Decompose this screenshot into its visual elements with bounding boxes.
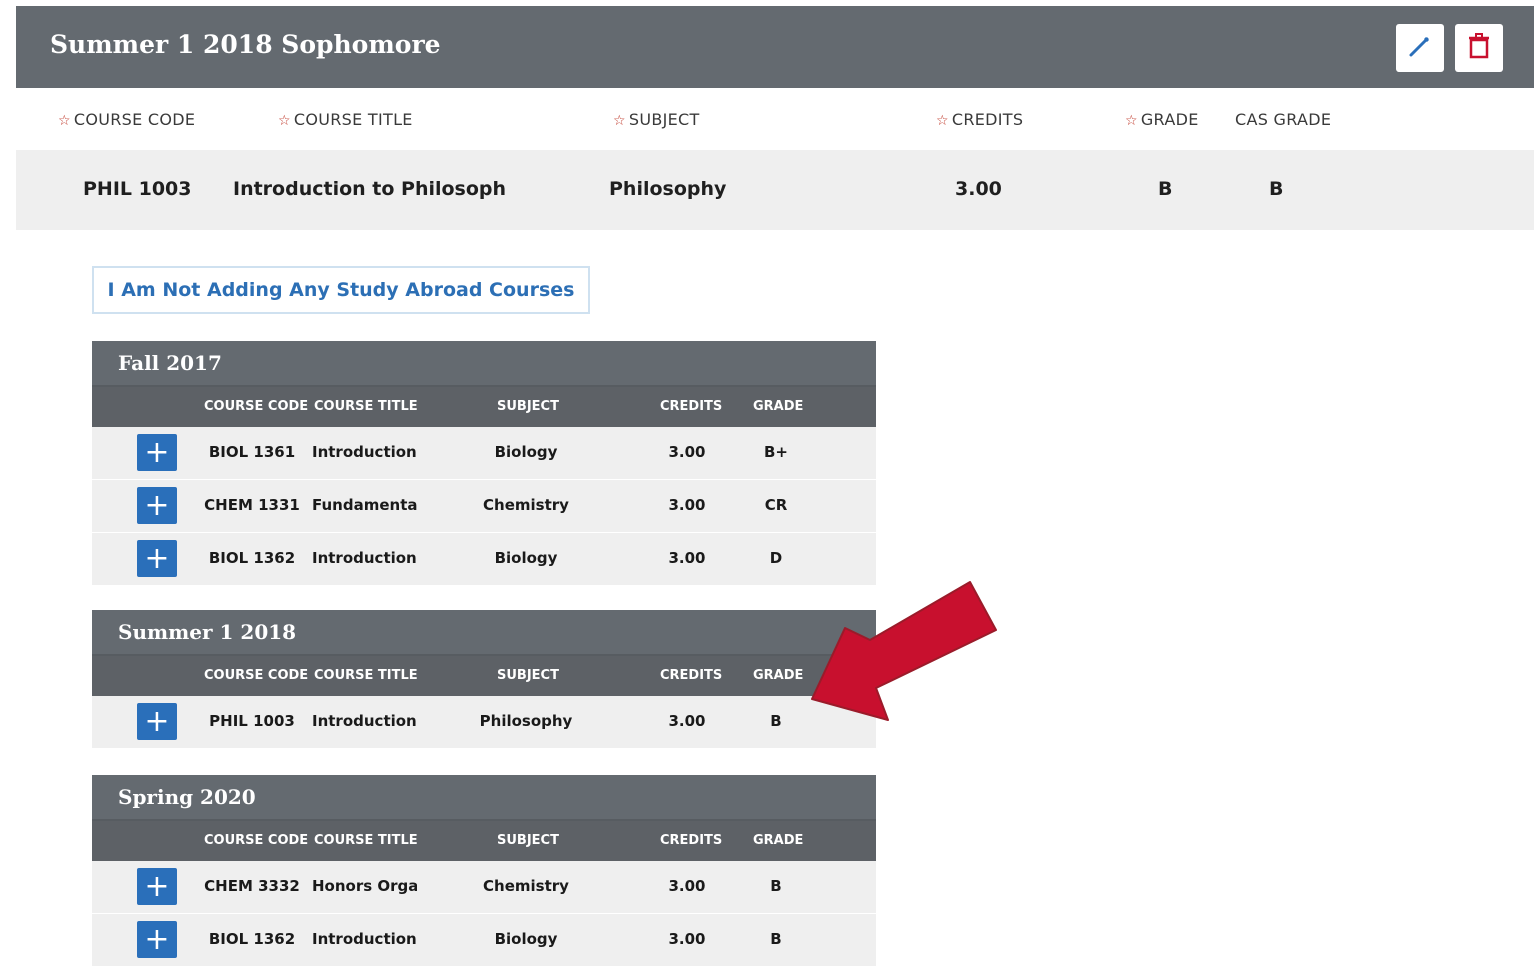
add-course-button[interactable]: + xyxy=(137,434,177,471)
col-credits: ☆ CREDITS xyxy=(936,110,1024,129)
plus-icon: + xyxy=(144,703,170,739)
course-subject: Biology xyxy=(494,443,558,461)
table-row: + CHEM 1331 Fundamentals Chemistry 3.00 … xyxy=(92,480,876,533)
delete-button[interactable] xyxy=(1455,24,1503,72)
col-grade: GRADE xyxy=(753,668,804,683)
term-table-spring-2020: Spring 2020 COURSE CODE COURSE TITLE SUB… xyxy=(92,775,876,967)
course-subject: Chemistry xyxy=(483,496,569,514)
course-code: BIOL 1362 xyxy=(208,930,296,948)
course-grade: D xyxy=(769,549,783,567)
add-course-button[interactable]: + xyxy=(137,540,177,577)
course-grade: B xyxy=(770,712,782,730)
term-course-row[interactable]: PHIL 1003 Introduction to Philosoph Phil… xyxy=(16,150,1534,230)
course-title: Introduction t xyxy=(312,712,417,730)
term-header: Summer 1 2018 Sophomore xyxy=(16,6,1534,88)
col-credits: CREDITS xyxy=(660,399,723,414)
term-table-header: COURSE CODE COURSE TITLE SUBJECT CREDITS… xyxy=(92,387,876,427)
term-table-header: COURSE CODE COURSE TITLE SUBJECT CREDITS… xyxy=(92,656,876,696)
course-cas-grade: B xyxy=(1269,178,1284,200)
col-course-code: ☆ COURSE CODE xyxy=(58,110,196,129)
term-table-summer-1-2018: Summer 1 2018 COURSE CODE COURSE TITLE S… xyxy=(92,610,876,749)
table-row: + BIOL 1362 Introduction t Biology 3.00 … xyxy=(92,914,876,967)
table-row: + PHIL 1003 Introduction t Philosophy 3.… xyxy=(92,696,876,749)
trash-icon xyxy=(1467,33,1491,63)
col-course-title: COURSE TITLE xyxy=(314,399,418,414)
plus-icon: + xyxy=(144,487,170,523)
course-title: Introduction to Philosoph xyxy=(233,178,507,200)
course-grade: B xyxy=(770,877,782,895)
col-course-title: COURSE TITLE xyxy=(314,668,418,683)
course-credits: 3.00 xyxy=(668,877,706,895)
course-code: BIOL 1362 xyxy=(208,549,296,567)
plus-icon: + xyxy=(144,434,170,470)
course-grade: B xyxy=(770,930,782,948)
edit-button[interactable] xyxy=(1396,24,1444,72)
col-subject: SUBJECT xyxy=(497,668,559,683)
course-grade: B+ xyxy=(763,443,788,461)
plus-icon: + xyxy=(144,921,170,957)
table-row: + BIOL 1362 Introduction t Biology 3.00 … xyxy=(92,533,876,586)
course-code: BIOL 1361 xyxy=(208,443,296,461)
pencil-icon xyxy=(1407,33,1433,63)
annotation-arrow-icon xyxy=(800,570,1010,734)
term-table-header: COURSE CODE COURSE TITLE SUBJECT CREDITS… xyxy=(92,821,876,861)
term-table-title: Fall 2017 xyxy=(92,341,876,387)
course-title: Introduction t xyxy=(312,549,417,567)
course-title: Honors Orgar xyxy=(312,877,417,895)
course-subject: Chemistry xyxy=(483,877,569,895)
course-code: PHIL 1003 xyxy=(209,712,295,730)
col-course-title: ☆ COURSE TITLE xyxy=(278,110,413,129)
course-code: PHIL 1003 xyxy=(83,178,192,200)
col-grade: GRADE xyxy=(753,833,804,848)
col-cas-grade: CAS GRADE xyxy=(1235,110,1332,129)
course-credits: 3.00 xyxy=(955,178,1002,200)
term-column-headers: ☆ COURSE CODE ☆ COURSE TITLE ☆ SUBJECT ☆ CRE… xyxy=(16,88,1534,150)
course-code: CHEM 3332 xyxy=(204,877,300,895)
term-table-fall-2017: Fall 2017 COURSE CODE COURSE TITLE SUBJE… xyxy=(92,341,876,586)
course-credits: 3.00 xyxy=(668,930,706,948)
not-adding-study-abroad-button[interactable]: I Am Not Adding Any Study Abroad Courses xyxy=(92,266,590,314)
course-credits: 3.00 xyxy=(668,496,706,514)
course-credits: 3.00 xyxy=(668,712,706,730)
plus-icon: + xyxy=(144,540,170,576)
course-code: CHEM 1331 xyxy=(204,496,300,514)
add-course-button[interactable]: + xyxy=(137,703,177,740)
course-subject: Philosophy xyxy=(609,178,727,200)
col-credits: CREDITS xyxy=(660,668,723,683)
course-subject: Philosophy xyxy=(479,712,573,730)
add-course-button[interactable]: + xyxy=(137,868,177,905)
col-course-code: COURSE CODE xyxy=(204,833,309,848)
course-credits: 3.00 xyxy=(668,443,706,461)
term-title: Summer 1 2018 Sophomore xyxy=(50,30,441,59)
col-subject: ☆ SUBJECT xyxy=(613,110,700,129)
table-row: + BIOL 1361 Introduction t Biology 3.00 … xyxy=(92,427,876,480)
term-table-title: Summer 1 2018 xyxy=(92,610,876,656)
col-credits: CREDITS xyxy=(660,833,723,848)
col-grade: GRADE xyxy=(753,399,804,414)
course-subject: Biology xyxy=(494,549,558,567)
col-grade: ☆ GRADE xyxy=(1125,110,1199,129)
add-course-button[interactable]: + xyxy=(137,487,177,524)
course-subject: Biology xyxy=(494,930,558,948)
col-course-code: COURSE CODE xyxy=(204,399,309,414)
add-course-button[interactable]: + xyxy=(137,921,177,958)
col-course-code: COURSE CODE xyxy=(204,668,309,683)
term-table-title: Spring 2020 xyxy=(92,775,876,821)
course-grade: CR xyxy=(764,496,788,514)
course-grade: B xyxy=(1158,178,1173,200)
col-subject: SUBJECT xyxy=(497,833,559,848)
col-course-title: COURSE TITLE xyxy=(314,833,418,848)
course-title: Fundamentals xyxy=(312,496,417,514)
course-title: Introduction t xyxy=(312,443,417,461)
course-credits: 3.00 xyxy=(668,549,706,567)
plus-icon: + xyxy=(144,868,170,904)
table-row: + CHEM 3332 Honors Orgar Chemistry 3.00 … xyxy=(92,861,876,914)
col-subject: SUBJECT xyxy=(497,399,559,414)
course-title: Introduction t xyxy=(312,930,417,948)
